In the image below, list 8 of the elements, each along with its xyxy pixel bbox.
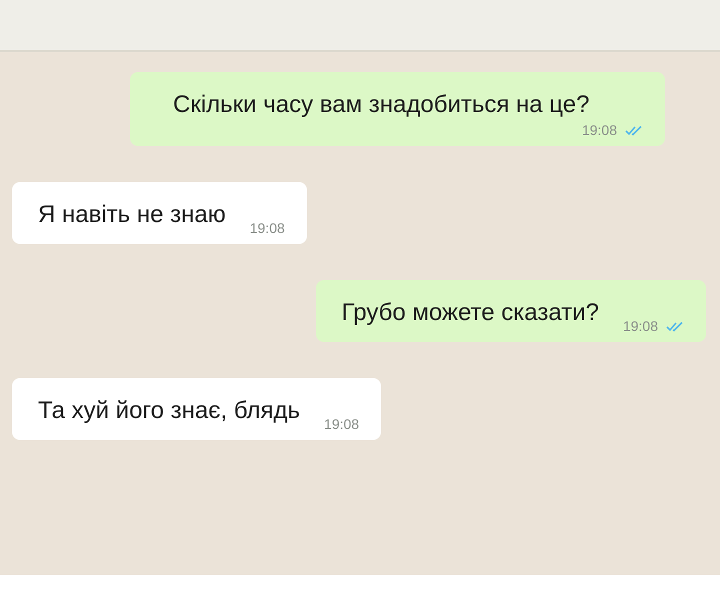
message-time: 19:08: [582, 122, 617, 138]
message-time: 19:08: [622, 318, 658, 334]
message-text: Я навіть не знаю: [38, 200, 226, 230]
message-time: 19:08: [250, 220, 285, 236]
message-text: Та хуй його знає, блядь: [38, 396, 300, 426]
message-text: Скільки часу вам знадобиться на це?: [173, 90, 590, 120]
message-time: 19:08: [324, 416, 360, 432]
message-text: Грубо можете сказати?: [342, 298, 599, 328]
